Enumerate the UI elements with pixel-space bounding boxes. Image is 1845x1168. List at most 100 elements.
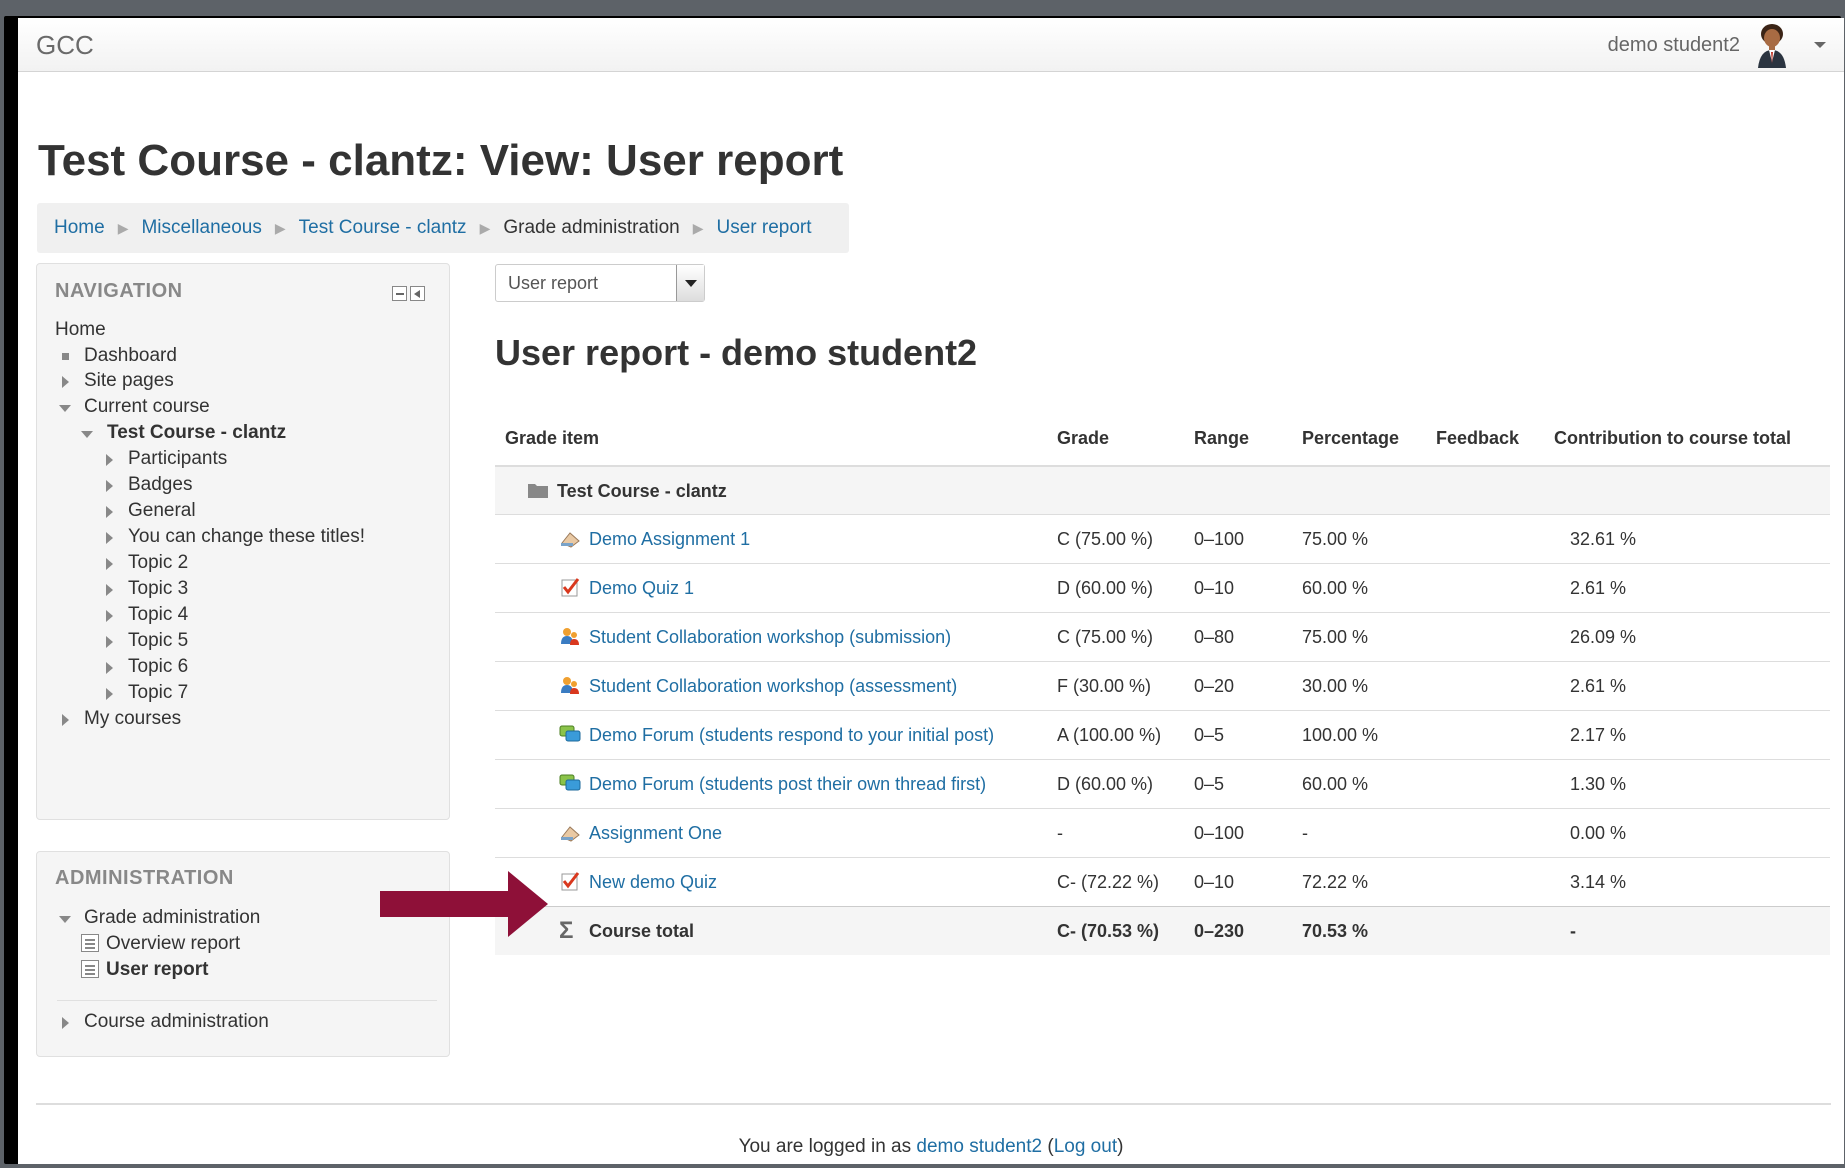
expand-icon[interactable] [62, 1017, 69, 1029]
grade-item-link[interactable]: Student Collaboration workshop (submissi… [589, 627, 951, 648]
expand-icon[interactable] [106, 454, 113, 466]
avatar[interactable] [1752, 22, 1792, 68]
range-cell: 0–5 [1194, 725, 1225, 745]
nav-topic-4[interactable]: Topic 4 [128, 604, 188, 626]
nav-dashboard[interactable]: Dashboard [84, 345, 177, 367]
category-name: Test Course - clantz [557, 481, 727, 501]
grade-item-link[interactable]: New demo Quiz [589, 872, 717, 893]
footer-user-link[interactable]: demo student2 [916, 1136, 1042, 1157]
footer-prefix: You are logged in as [738, 1136, 917, 1157]
expand-icon[interactable] [106, 558, 113, 570]
expand-icon[interactable] [106, 532, 113, 544]
table-row: Demo Assignment 1 C (75.00 %) 0–100 75.0… [495, 514, 1830, 563]
grade-item-link[interactable]: Demo Forum (students respond to your ini… [589, 725, 994, 746]
workshop-icon [561, 628, 579, 645]
breadcrumb: Home ▶ Miscellaneous ▶ Test Course - cla… [37, 203, 849, 253]
breadcrumb-course[interactable]: Test Course - clantz [299, 217, 467, 239]
quiz-icon [561, 578, 580, 597]
workshop-icon [561, 677, 579, 694]
forum-icon [559, 774, 581, 791]
grade-item-link[interactable]: Demo Forum (students post their own thre… [589, 774, 986, 795]
collapse-icon[interactable] [59, 405, 71, 412]
grade-item-link[interactable]: Demo Quiz 1 [589, 578, 694, 599]
user-name[interactable]: demo student2 [1608, 34, 1740, 57]
chevron-down-icon[interactable] [1814, 42, 1826, 48]
footer-login-info: You are logged in as demo student2 (Log … [18, 1136, 1844, 1158]
admin-course-administration[interactable]: Course administration [84, 1011, 269, 1033]
percentage-cell: 75.00 % [1302, 627, 1369, 647]
breadcrumb-home[interactable]: Home [54, 217, 105, 239]
expand-icon[interactable] [106, 662, 113, 674]
admin-user-report[interactable]: User report [106, 959, 208, 981]
grade-item-link[interactable]: Demo Assignment 1 [589, 529, 750, 550]
breadcrumb-miscellaneous[interactable]: Miscellaneous [141, 217, 261, 239]
admin-grade-administration[interactable]: Grade administration [84, 907, 260, 929]
nav-home[interactable]: Home [55, 319, 106, 341]
column-header-grade-item: Grade item [505, 428, 600, 448]
range-cell: 0–5 [1194, 774, 1225, 794]
nav-participants[interactable]: Participants [128, 448, 227, 470]
expand-icon[interactable] [62, 714, 69, 726]
nav-topic-6[interactable]: Topic 6 [128, 656, 188, 678]
report-type-select[interactable]: User report [495, 264, 705, 302]
quiz-icon [561, 872, 580, 891]
nav-badges[interactable]: Badges [128, 474, 192, 496]
breadcrumb-user-report[interactable]: User report [717, 217, 812, 239]
nav-site-pages[interactable]: Site pages [84, 370, 174, 392]
table-row: Assignment One - 0–100 - 0.00 % [495, 808, 1830, 857]
grade-cell: A (100.00 %) [1057, 725, 1162, 745]
table-row: Demo Forum (students post their own thre… [495, 759, 1830, 808]
nav-change-titles[interactable]: You can change these titles! [128, 526, 365, 548]
grade-cell: C (75.00 %) [1057, 627, 1154, 647]
admin-overview-report[interactable]: Overview report [106, 933, 240, 955]
percentage-cell: 30.00 % [1302, 676, 1369, 696]
expand-icon[interactable] [106, 636, 113, 648]
table-row: Student Collaboration workshop (assessme… [495, 661, 1830, 710]
range-cell: 0–10 [1194, 578, 1235, 598]
breadcrumb-separator-icon: ▶ [479, 219, 491, 236]
percentage-cell: 75.00 % [1302, 529, 1369, 549]
expand-icon[interactable] [106, 688, 113, 700]
contribution-cell: 2.61 % [1570, 676, 1627, 696]
browser-window: GCC demo student2 Test Course - clantz: … [18, 18, 1844, 1164]
expand-icon[interactable] [106, 584, 113, 596]
nav-topic-5[interactable]: Topic 5 [128, 630, 188, 652]
expand-icon[interactable] [106, 610, 113, 622]
contribution-cell: 0.00 % [1570, 823, 1627, 843]
nav-topic-3[interactable]: Topic 3 [128, 578, 188, 600]
nav-course-link[interactable]: Test Course - clantz [107, 422, 286, 444]
grade-item-link[interactable]: Student Collaboration workshop (assessme… [589, 676, 957, 697]
user-menu[interactable]: demo student2 [1608, 22, 1826, 68]
nav-current-course[interactable]: Current course [84, 396, 210, 418]
contribution-cell: 2.17 % [1570, 725, 1627, 745]
expand-icon[interactable] [106, 506, 113, 518]
column-header-range: Range [1194, 428, 1250, 448]
contribution-cell: 32.61 % [1570, 529, 1637, 549]
nav-general[interactable]: General [128, 500, 196, 522]
administration-block-title: ADMINISTRATION [55, 867, 234, 889]
column-header-contribution: Contribution to course total [1554, 428, 1791, 448]
grade-cell: - [1057, 823, 1063, 843]
assignment-icon [561, 826, 580, 842]
collapse-icon[interactable] [81, 431, 93, 438]
percentage-cell: - [1302, 823, 1308, 843]
dock-block-icon[interactable] [410, 286, 425, 301]
nav-my-courses[interactable]: My courses [84, 708, 181, 730]
expand-icon[interactable] [62, 376, 69, 388]
expand-icon[interactable] [106, 480, 113, 492]
percentage-cell: 60.00 % [1302, 578, 1369, 598]
report-type-select-value: User report [508, 273, 599, 293]
collapse-block-icon[interactable] [392, 286, 407, 301]
logout-link[interactable]: Log out [1054, 1136, 1117, 1157]
site-brand[interactable]: GCC [36, 30, 94, 61]
contribution-cell: 1.30 % [1570, 774, 1627, 794]
contribution-cell: 2.61 % [1570, 578, 1627, 598]
grade-item-link[interactable]: Assignment One [589, 823, 722, 844]
nav-topic-7[interactable]: Topic 7 [128, 682, 188, 704]
collapse-icon[interactable] [59, 916, 71, 923]
table-row: Student Collaboration workshop (submissi… [495, 612, 1830, 661]
folder-icon [528, 484, 548, 498]
chevron-down-icon[interactable] [676, 265, 704, 301]
course-total-row: Σ Course total C- (70.53 %) 0–230 70.53 … [495, 906, 1830, 955]
nav-topic-2[interactable]: Topic 2 [128, 552, 188, 574]
